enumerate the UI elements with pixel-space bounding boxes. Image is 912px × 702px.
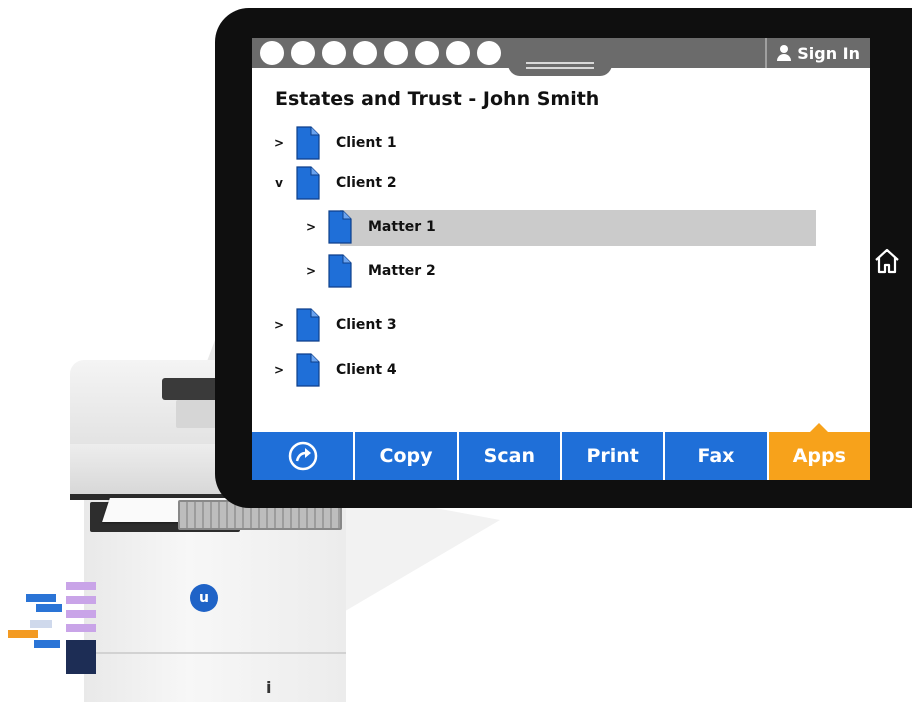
chevron-right-icon[interactable]: > — [304, 220, 318, 234]
tree-row-label: Client 3 — [336, 317, 397, 333]
status-dot — [415, 41, 439, 65]
sign-in-label: Sign In — [797, 43, 860, 63]
nav-fax-button[interactable]: Fax — [663, 432, 767, 480]
tree-row-matter[interactable]: > Matter 2 — [304, 254, 436, 288]
tree-row-label: Client 1 — [336, 135, 397, 151]
document-icon — [296, 353, 320, 387]
document-icon — [328, 210, 352, 244]
status-dot — [353, 41, 377, 65]
home-icon — [875, 248, 899, 274]
status-dots — [260, 41, 501, 65]
document-icon — [328, 254, 352, 288]
printer-brand-logo: u — [190, 584, 218, 612]
bottom-nav-bar: Copy Scan Print Fax Apps — [252, 423, 870, 480]
printer-info-mark: i — [266, 678, 272, 697]
tree-row-label: Client 2 — [336, 175, 397, 191]
nav-apps-button[interactable]: Apps — [766, 423, 870, 480]
status-dot — [384, 41, 408, 65]
home-button[interactable] — [872, 246, 902, 276]
nav-scan-button[interactable]: Scan — [456, 432, 560, 480]
document-icon — [296, 126, 320, 160]
tree-row-label: Matter 1 — [368, 219, 436, 235]
notification-pull-tab[interactable] — [508, 56, 612, 76]
status-dot — [291, 41, 315, 65]
share-button[interactable] — [252, 432, 354, 480]
tree-row-label: Client 4 — [336, 362, 397, 378]
printer-drawer-seam — [84, 652, 346, 654]
status-dot — [322, 41, 346, 65]
share-arrow-icon — [288, 441, 317, 471]
sign-in-button[interactable]: Sign In — [765, 38, 870, 68]
nav-copy-button[interactable]: Copy — [353, 432, 457, 480]
status-dot — [446, 41, 470, 65]
status-dot — [260, 41, 284, 65]
chevron-right-icon[interactable]: > — [272, 136, 286, 150]
page-title: Estates and Trust - John Smith — [275, 88, 600, 110]
tree-row-label: Matter 2 — [368, 263, 436, 279]
chevron-right-icon[interactable]: > — [304, 264, 318, 278]
tree-row-client[interactable]: > Client 4 — [272, 353, 397, 387]
tree-row-client[interactable]: > Client 1 — [272, 126, 397, 160]
document-icon — [296, 308, 320, 342]
tree-row-matter[interactable]: > Matter 1 — [304, 210, 816, 246]
chevron-right-icon[interactable]: > — [272, 318, 286, 332]
chevron-down-icon[interactable]: v — [272, 176, 286, 190]
tree-row-client[interactable]: > Client 3 — [272, 308, 397, 342]
nav-print-button[interactable]: Print — [559, 432, 664, 480]
status-dot — [477, 41, 501, 65]
chevron-right-icon[interactable]: > — [272, 363, 286, 377]
control-panel-screen: Sign In Estates and Trust - John Smith >… — [252, 38, 870, 480]
tree-row-client[interactable]: v Client 2 — [272, 166, 397, 200]
user-icon — [777, 45, 792, 61]
document-icon — [296, 166, 320, 200]
